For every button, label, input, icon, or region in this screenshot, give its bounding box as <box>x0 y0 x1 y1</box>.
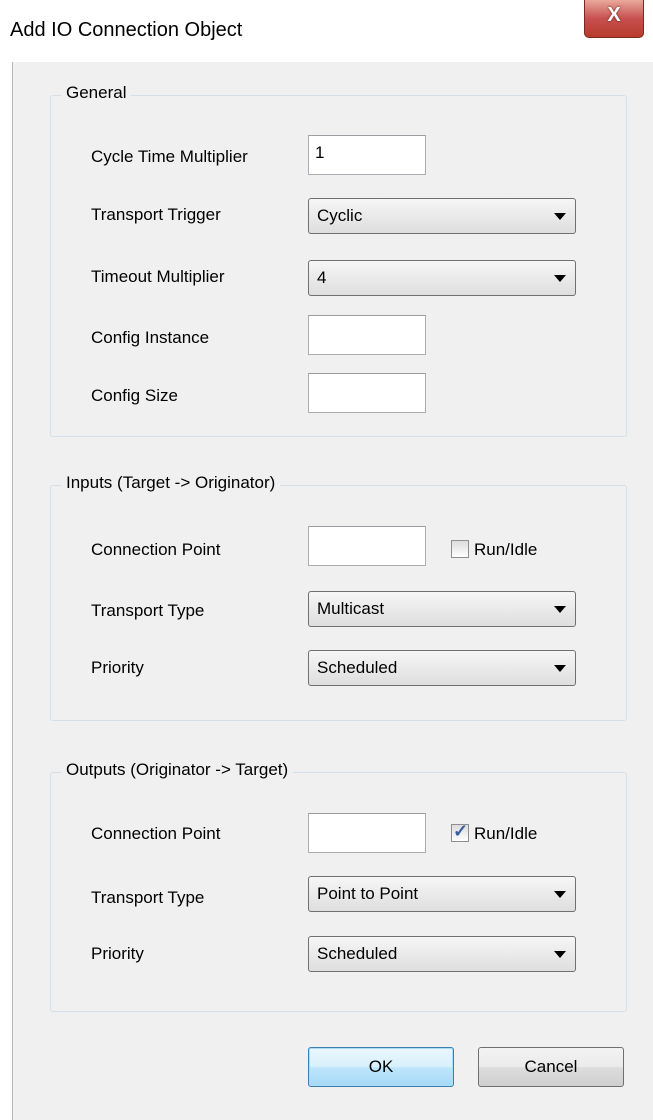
general-group-title: General <box>61 83 132 103</box>
timeout-multiplier-value: 4 <box>317 268 327 287</box>
dialog-body: General Cycle Time Multiplier 1 Transpor… <box>13 62 653 1120</box>
inputs-transport-type-value: Multicast <box>317 599 385 618</box>
outputs-connection-point-label: Connection Point <box>91 824 221 843</box>
outputs-transport-type-value: Point to Point <box>317 884 419 903</box>
window-frame-left <box>0 62 13 1120</box>
timeout-multiplier-label: Timeout Multiplier <box>91 267 225 286</box>
outputs-priority-label: Priority <box>91 944 144 963</box>
outputs-priority-value: Scheduled <box>317 944 398 963</box>
outputs-transport-type-select[interactable]: Point to Point <box>308 876 576 912</box>
config-size-label: Config Size <box>91 386 178 405</box>
outputs-run-idle-label[interactable]: Run/Idle <box>474 824 537 844</box>
config-size-input[interactable] <box>308 373 426 413</box>
timeout-multiplier-select[interactable]: 4 <box>308 260 576 296</box>
cancel-button[interactable]: Cancel <box>478 1047 624 1087</box>
transport-trigger-value: Cyclic <box>317 206 363 225</box>
inputs-connection-point-input[interactable] <box>308 526 426 566</box>
chevron-down-icon <box>554 275 566 282</box>
chevron-down-icon <box>554 606 566 613</box>
outputs-group-title: Outputs (Originator -> Target) <box>61 760 294 780</box>
inputs-priority-select[interactable]: Scheduled <box>308 650 576 686</box>
inputs-connection-point-label: Connection Point <box>91 540 221 559</box>
inputs-priority-label: Priority <box>91 658 144 677</box>
transport-trigger-select[interactable]: Cyclic <box>308 198 576 234</box>
inputs-group-title: Inputs (Target -> Originator) <box>61 473 281 493</box>
window-title: Add IO Connection Object <box>10 19 243 41</box>
inputs-transport-type-select[interactable]: Multicast <box>308 591 576 627</box>
cycle-time-multiplier-label: Cycle Time Multiplier <box>91 147 248 166</box>
transport-trigger-label: Transport Trigger <box>91 205 221 224</box>
outputs-connection-point-input[interactable] <box>308 813 426 853</box>
chevron-down-icon <box>554 951 566 958</box>
chevron-down-icon <box>554 665 566 672</box>
inputs-run-idle-label[interactable]: Run/Idle <box>474 540 537 560</box>
outputs-run-idle-checkbox[interactable] <box>451 821 469 842</box>
cycle-time-multiplier-input[interactable]: 1 <box>308 135 426 175</box>
outputs-transport-type-label: Transport Type <box>91 888 205 907</box>
chevron-down-icon <box>554 213 566 220</box>
close-button[interactable]: X <box>584 0 644 38</box>
inputs-run-idle-checkbox[interactable] <box>451 540 469 558</box>
close-icon: X <box>607 4 621 26</box>
inputs-transport-type-label: Transport Type <box>91 601 205 620</box>
config-instance-label: Config Instance <box>91 328 210 347</box>
ok-button[interactable]: OK <box>308 1047 454 1087</box>
chevron-down-icon <box>554 891 566 898</box>
outputs-priority-select[interactable]: Scheduled <box>308 936 576 972</box>
title-bar: Add IO Connection Object X <box>0 0 653 63</box>
inputs-priority-value: Scheduled <box>317 658 398 677</box>
config-instance-input[interactable] <box>308 315 426 355</box>
